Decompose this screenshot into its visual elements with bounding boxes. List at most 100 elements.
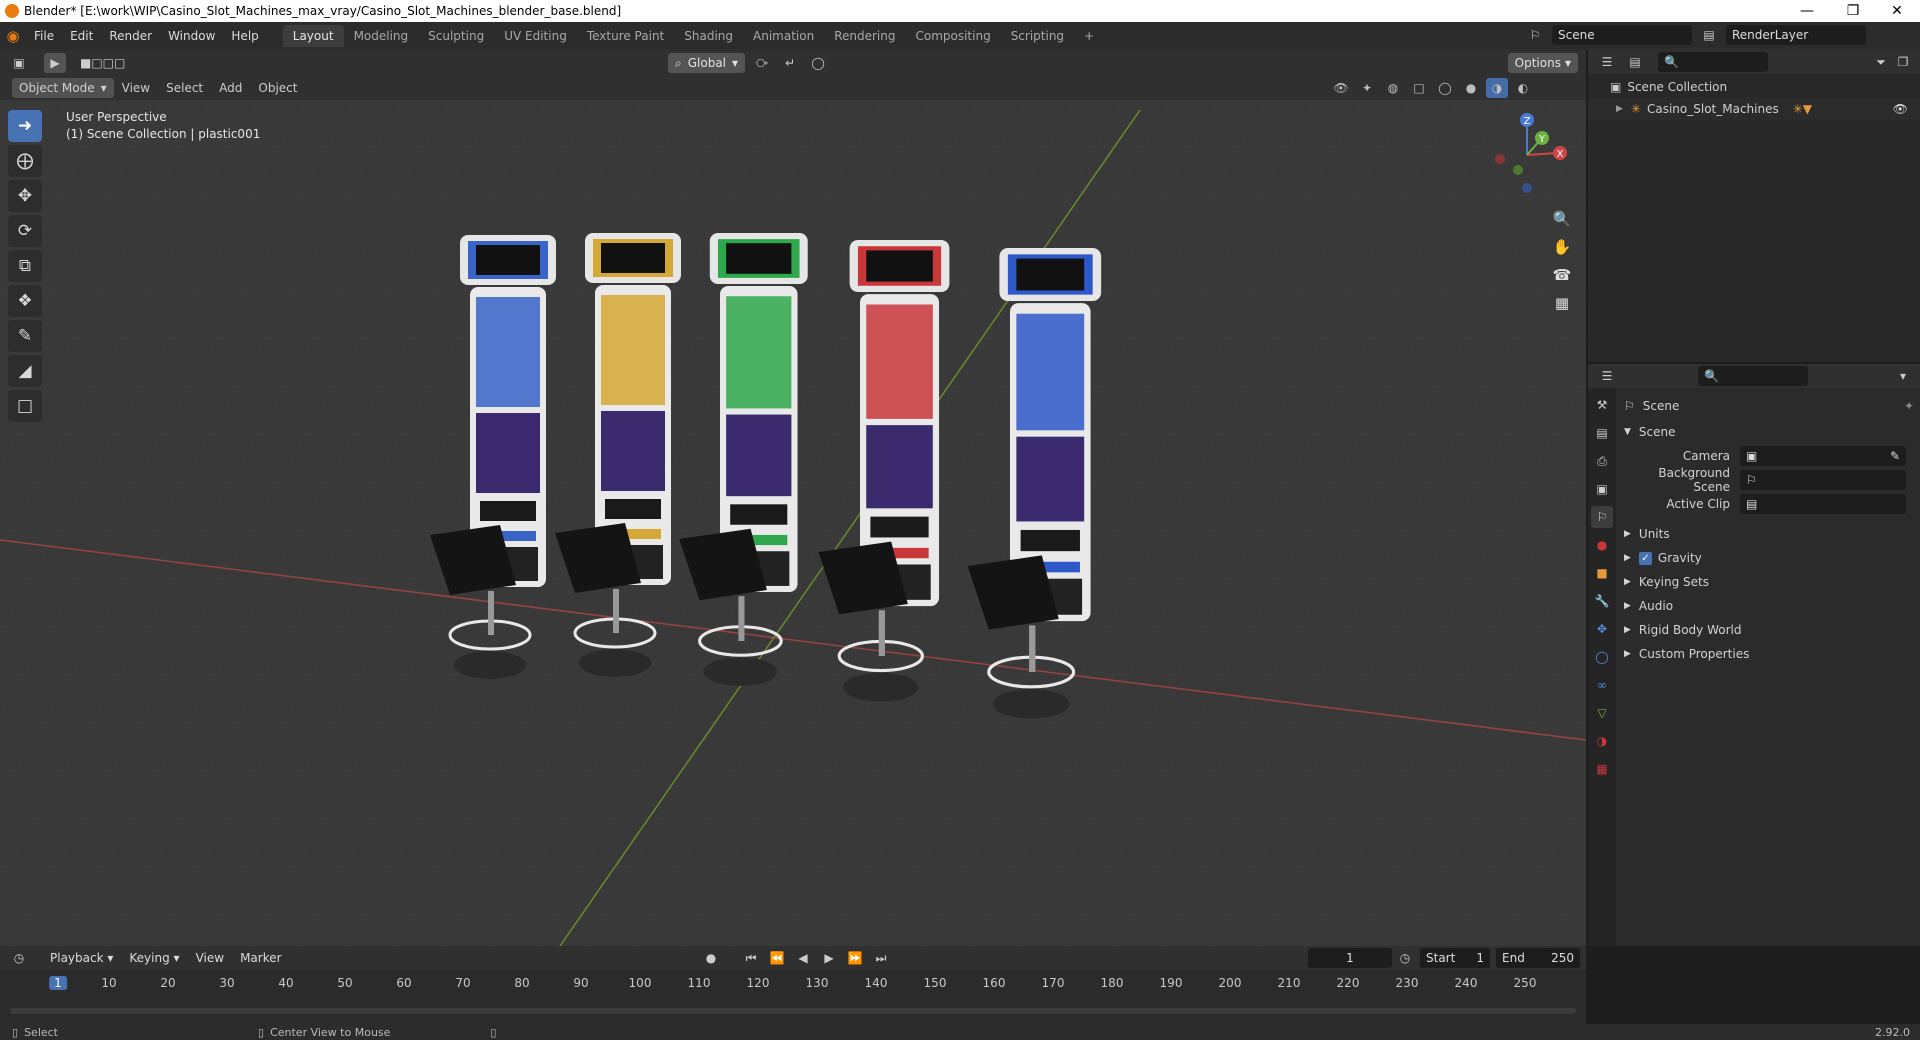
gizmo-neg-x[interactable] bbox=[1495, 154, 1505, 164]
close-icon[interactable]: ✕ bbox=[1874, 0, 1920, 22]
view-layer-tab-icon[interactable]: ▣ bbox=[1591, 478, 1613, 500]
audio-panel[interactable]: ▶ Audio bbox=[1624, 594, 1914, 618]
scene-selector[interactable]: Scene bbox=[1552, 25, 1692, 45]
tab-rendering[interactable]: Rendering bbox=[824, 25, 905, 47]
menu-help[interactable]: Help bbox=[223, 29, 266, 43]
viewport-menu-object[interactable]: Object bbox=[250, 81, 305, 95]
add-cube-icon[interactable]: □ bbox=[8, 390, 42, 422]
playhead[interactable]: 1 bbox=[49, 976, 67, 990]
move-icon[interactable]: ✥ bbox=[8, 180, 42, 212]
material-tab-icon[interactable]: ◑ bbox=[1591, 730, 1613, 752]
particles-tab-icon[interactable]: ✥ bbox=[1591, 618, 1613, 640]
restore-icon[interactable]: ❐ bbox=[1830, 0, 1876, 22]
world-tab-icon[interactable]: ● bbox=[1591, 534, 1613, 556]
units-panel[interactable]: ▶ Units bbox=[1624, 522, 1914, 546]
new-collection-icon[interactable]: ❐ bbox=[1892, 52, 1914, 72]
ortho-grid-icon[interactable]: ▦ bbox=[1548, 289, 1576, 317]
scene-tab-icon[interactable]: ⚐ bbox=[1591, 506, 1613, 528]
xray-icon[interactable]: □ bbox=[1408, 78, 1430, 98]
add-workspace-icon[interactable]: + bbox=[1074, 25, 1104, 47]
properties-search-input[interactable]: 🔍 bbox=[1698, 366, 1808, 386]
transform-icon[interactable]: ❖ bbox=[8, 285, 42, 317]
outliner-item[interactable]: ▶ ✳ Casino_Slot_Machines ✳▼ 👁 bbox=[1588, 98, 1920, 120]
tab-uv-editing[interactable]: UV Editing bbox=[494, 25, 577, 47]
tab-scripting[interactable]: Scripting bbox=[1001, 25, 1074, 47]
eye-icon[interactable]: 👁 bbox=[1893, 102, 1908, 116]
material-shading-icon[interactable]: ◑ bbox=[1486, 78, 1508, 98]
annotate-icon[interactable]: ✎ bbox=[8, 320, 42, 352]
viewport-menu-add[interactable]: Add bbox=[211, 81, 250, 95]
texture-tab-icon[interactable]: ▦ bbox=[1591, 758, 1613, 780]
gravity-panel[interactable]: ▶ ✓ Gravity bbox=[1624, 546, 1914, 570]
viewport-menu-select[interactable]: Select bbox=[158, 81, 211, 95]
camera-field[interactable]: ▣ ✎ bbox=[1740, 446, 1906, 466]
background-scene-field[interactable]: ⚐ bbox=[1740, 470, 1906, 490]
active-clip-field[interactable]: ▤ bbox=[1740, 494, 1906, 514]
rotate-icon[interactable]: ⟳ bbox=[8, 215, 42, 247]
gizmo-neg-y[interactable] bbox=[1513, 165, 1523, 175]
overlay-icon[interactable]: ◍ bbox=[1382, 78, 1404, 98]
scene-panel-header[interactable]: ▼ Scene bbox=[1624, 420, 1914, 444]
render-layer-selector[interactable]: RenderLayer bbox=[1726, 25, 1866, 45]
menu-edit[interactable]: Edit bbox=[62, 29, 101, 43]
visibility-icon[interactable]: 👁 bbox=[1330, 78, 1352, 98]
tab-shading[interactable]: Shading bbox=[674, 25, 743, 47]
expand-arrow-icon[interactable]: ▶ bbox=[1616, 104, 1623, 114]
measure-icon[interactable]: ◢ bbox=[8, 355, 42, 387]
wireframe-shading-icon[interactable]: ◯ bbox=[1434, 78, 1456, 98]
transform-orientation[interactable]: ⌕ Global ▾ bbox=[668, 53, 746, 73]
mode-selector[interactable]: Object Mode ▾ bbox=[12, 78, 114, 98]
tab-layout[interactable]: Layout bbox=[282, 25, 344, 47]
outliner-search-input[interactable]: 🔍 bbox=[1658, 52, 1768, 72]
pan-hand-icon[interactable]: ✋ bbox=[1548, 233, 1576, 261]
tool-tab-icon[interactable]: ⚒ bbox=[1591, 394, 1613, 416]
navigation-gizmo[interactable]: Z Y X bbox=[1482, 110, 1572, 200]
tab-sculpting[interactable]: Sculpting bbox=[418, 25, 494, 47]
render-tab-icon[interactable]: ▤ bbox=[1591, 422, 1613, 444]
scale-icon[interactable]: ⧉ bbox=[8, 250, 42, 282]
menu-file[interactable]: File bbox=[26, 29, 62, 43]
render-layer-icon[interactable]: ▤ bbox=[1698, 25, 1720, 45]
menu-render[interactable]: Render bbox=[101, 29, 160, 43]
camera-view-icon[interactable]: ☎ bbox=[1548, 261, 1576, 289]
gravity-checkbox[interactable]: ✓ bbox=[1638, 551, 1652, 565]
editor-type-icon[interactable]: ▣ bbox=[8, 53, 30, 73]
data-tab-icon[interactable]: ▽ bbox=[1591, 702, 1613, 724]
pin-icon[interactable]: ✦ bbox=[1904, 399, 1914, 413]
menu-window[interactable]: Window bbox=[160, 29, 223, 43]
outliner-editor-icon[interactable]: ☰ bbox=[1596, 52, 1618, 72]
rendered-shading-icon[interactable]: ◐ bbox=[1512, 78, 1534, 98]
cursor-icon[interactable]: ⨁ bbox=[8, 145, 42, 177]
tab-compositing[interactable]: Compositing bbox=[905, 25, 1000, 47]
output-tab-icon[interactable]: ⎙ bbox=[1591, 450, 1613, 472]
snap-icon[interactable]: ↵ bbox=[779, 53, 801, 73]
frame-ruler[interactable]: 1 10 20 30 40 50 60 70 80 90 100 110 120 130 140 150 160… bbox=[0, 946, 1586, 1000]
physics-tab-icon[interactable]: ◯ bbox=[1591, 646, 1613, 668]
eyedropper-icon[interactable]: ✎ bbox=[1890, 449, 1900, 463]
pivot-icon[interactable]: ⧂ bbox=[751, 53, 773, 73]
modifier-tab-icon[interactable]: 🔧 bbox=[1591, 590, 1613, 612]
proportional-edit-icon[interactable]: ◯ bbox=[807, 53, 829, 73]
options-button[interactable]: Options ▾ bbox=[1507, 53, 1578, 73]
3d-viewport[interactable]: ▣ ▶ ■□□□ ⌕ Global ▾ ⧂ ↵ ◯ Options ▾ Object … bbox=[0, 50, 1586, 946]
tab-texture-paint[interactable]: Texture Paint bbox=[577, 25, 674, 47]
solid-shading-icon[interactable]: ● bbox=[1460, 78, 1482, 98]
custom-properties-panel[interactable]: ▶ Custom Properties bbox=[1624, 642, 1914, 666]
constraints-tab-icon[interactable]: ∞ bbox=[1591, 674, 1613, 696]
select-box-icon[interactable]: ➜ bbox=[8, 110, 42, 142]
gizmo-neg-z[interactable] bbox=[1522, 183, 1532, 193]
outliner-root-row[interactable]: ▣ Scene Collection bbox=[1588, 76, 1920, 98]
chevron-down-icon[interactable]: ▾ bbox=[1892, 366, 1914, 386]
viewport-menu-view[interactable]: View bbox=[114, 81, 158, 95]
filter-icon[interactable]: ⏷ bbox=[1870, 52, 1892, 72]
properties-editor-icon[interactable]: ☰ bbox=[1596, 366, 1618, 386]
rigid-body-world-panel[interactable]: ▶ Rigid Body World bbox=[1624, 618, 1914, 642]
tab-modeling[interactable]: Modeling bbox=[344, 25, 419, 47]
keying-sets-panel[interactable]: ▶ Keying Sets bbox=[1624, 570, 1914, 594]
blender-menu-icon[interactable]: ◉ bbox=[0, 25, 26, 47]
tab-animation[interactable]: Animation bbox=[743, 25, 824, 47]
minimize-icon[interactable]: — bbox=[1784, 0, 1830, 22]
scene-icon[interactable]: ⚐ bbox=[1524, 25, 1546, 45]
zoom-icon[interactable]: 🔍 bbox=[1548, 205, 1576, 233]
object-tab-icon[interactable]: ■ bbox=[1591, 562, 1613, 584]
